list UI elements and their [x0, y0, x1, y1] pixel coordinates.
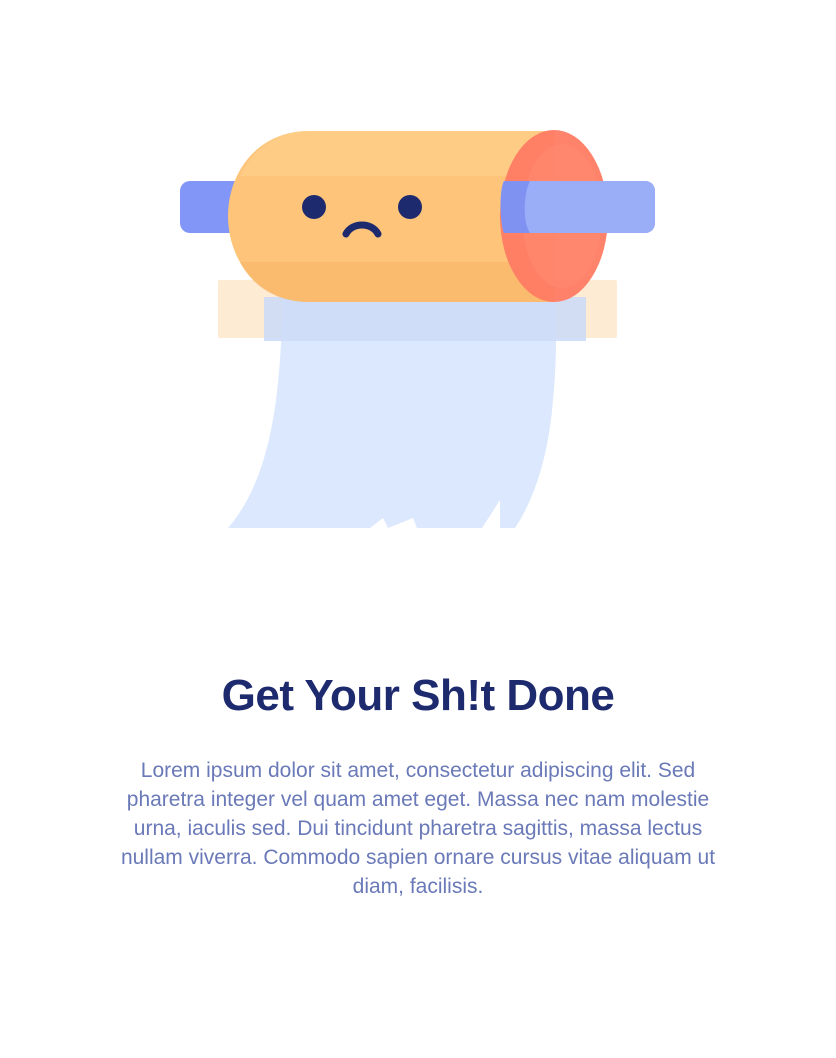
- toilet-paper-roll-illustration: [0, 0, 836, 600]
- roll-shade: [240, 262, 554, 302]
- paper-overlap: [264, 297, 586, 341]
- description-text: Lorem ipsum dolor sit amet, consectetur …: [120, 759, 716, 898]
- sad-toilet-paper-icon: [180, 130, 655, 528]
- left-eye: [302, 195, 326, 219]
- roll-sheen: [240, 131, 554, 176]
- right-eye: [398, 195, 422, 219]
- page-title: Get Your Sh!t Done: [221, 671, 615, 720]
